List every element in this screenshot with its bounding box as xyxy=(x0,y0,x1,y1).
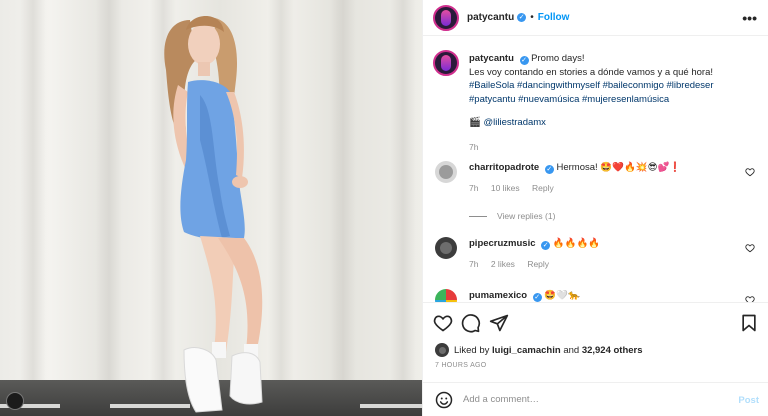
post-comment-button[interactable]: Post xyxy=(738,395,759,406)
comment-item: pumamexico ✓ 🤩🤍🐆 xyxy=(433,287,759,302)
caption-time: 7h xyxy=(469,142,479,152)
view-replies-button[interactable]: View replies (1) xyxy=(469,211,555,221)
liker-username[interactable]: luigi_camachin xyxy=(492,345,561,356)
comment-text: pumamexico ✓ 🤩🤍🐆 xyxy=(469,289,580,302)
comment-like-heart-icon[interactable] xyxy=(745,295,755,302)
comment-body: 🤩🤍🐆 xyxy=(544,290,580,301)
view-replies-label[interactable]: View replies (1) xyxy=(497,211,555,221)
comment-input[interactable] xyxy=(463,394,703,405)
comment-body: 🔥🔥🔥🔥 xyxy=(552,238,601,249)
bookmark-icon[interactable] xyxy=(739,313,759,333)
verified-badge-icon: ✓ xyxy=(541,241,551,250)
caption-avatar[interactable] xyxy=(433,50,459,76)
caption-line1: Promo days! xyxy=(531,53,585,64)
commenter-avatar[interactable] xyxy=(435,289,457,302)
commenter-username[interactable]: pumamexico xyxy=(469,290,527,301)
comment-reply-button[interactable]: Reply xyxy=(527,259,549,269)
instagram-post-view: patycantu ✓ • Follow ••• patycantu ✓ Pro… xyxy=(0,0,768,416)
comment-body: Hermosa! 🤩❤️🔥💥😎💕❗ xyxy=(556,162,682,173)
likes-joiner: and xyxy=(563,344,580,356)
caption-hashtags-2[interactable]: #patycantu #nuevamúsica #mujeresenlamúsi… xyxy=(469,93,759,107)
author-username[interactable]: patycantu xyxy=(467,12,514,23)
paper-plane-icon[interactable] xyxy=(489,313,509,333)
commenter-avatar[interactable] xyxy=(435,161,457,183)
caption-text: patycantu ✓ Promo days! Les voy contando… xyxy=(469,52,759,130)
post-header: patycantu ✓ • Follow ••• xyxy=(423,0,768,36)
comment-text: charritopadrote ✓ Hermosa! 🤩❤️🔥💥😎💕❗ xyxy=(469,161,681,174)
comment-likes[interactable]: 10 likes xyxy=(491,183,520,193)
comment-time: 7h xyxy=(469,183,479,193)
comment-meta: 7h 10 likes Reply xyxy=(469,183,564,193)
verified-badge-icon: ✓ xyxy=(519,56,529,65)
caption-hashtags-1[interactable]: #BaileSola #dancingwithmyself #baileconm… xyxy=(469,79,759,93)
likes-others-count[interactable]: 32,924 others xyxy=(582,345,643,356)
comment-like-heart-icon[interactable] xyxy=(745,243,755,253)
heart-outline-icon[interactable] xyxy=(433,313,453,333)
commenter-username[interactable]: charritopadrote xyxy=(469,162,539,173)
verified-badge-icon: ✓ xyxy=(544,165,554,174)
comments-scroll-area[interactable]: patycantu ✓ Promo days! Les voy contando… xyxy=(423,37,768,302)
comment-item: charritopadrote ✓ Hermosa! 🤩❤️🔥💥😎💕❗ 7h 1… xyxy=(433,159,759,199)
commenter-avatar[interactable] xyxy=(435,237,457,259)
comment-likes[interactable]: 2 likes xyxy=(491,259,515,269)
post-action-bar xyxy=(423,302,768,342)
woman-figure xyxy=(164,16,263,413)
comment-item: pipecruzmusic ✓ 🔥🔥🔥🔥 7h 2 likes Reply xyxy=(433,235,759,275)
comment-reply-button[interactable]: Reply xyxy=(532,183,554,193)
follow-button[interactable]: Follow xyxy=(538,12,570,23)
post-side-panel: patycantu ✓ • Follow ••• patycantu ✓ Pro… xyxy=(422,0,768,416)
comment-time: 7h xyxy=(469,259,479,269)
comment-icon[interactable] xyxy=(461,313,481,333)
author-avatar[interactable] xyxy=(433,4,459,31)
carousel-indicator[interactable] xyxy=(6,392,24,410)
clapperboard-icon: 🎬 xyxy=(469,117,481,128)
caption-credit-handle[interactable]: @liliestradamx xyxy=(483,117,545,128)
replies-divider xyxy=(469,215,487,217)
post-timestamp[interactable]: 7 HOURS AGO xyxy=(435,362,487,369)
comment-meta: 7h 2 likes Reply xyxy=(469,259,559,269)
more-horizontal-icon[interactable]: ••• xyxy=(742,10,757,26)
separator-dot: • xyxy=(530,12,534,23)
add-comment-bar: Post xyxy=(423,382,768,416)
caption-username[interactable]: patycantu xyxy=(469,53,514,64)
emoji-smile-icon[interactable] xyxy=(435,391,453,409)
post-photo[interactable] xyxy=(0,0,422,416)
liker-avatar[interactable] xyxy=(435,343,449,357)
comment-text: pipecruzmusic ✓ 🔥🔥🔥🔥 xyxy=(469,237,600,250)
comment-like-heart-icon[interactable] xyxy=(745,167,755,177)
commenter-username[interactable]: pipecruzmusic xyxy=(469,238,536,249)
likes-prefix: Liked by xyxy=(454,344,490,356)
verified-badge-icon: ✓ xyxy=(517,13,527,22)
verified-badge-icon: ✓ xyxy=(532,293,542,302)
likes-summary: Liked by luigi_camachin and 32,924 other… xyxy=(435,343,643,357)
caption-line2: Les voy contando en stories a dónde vamo… xyxy=(469,66,713,78)
